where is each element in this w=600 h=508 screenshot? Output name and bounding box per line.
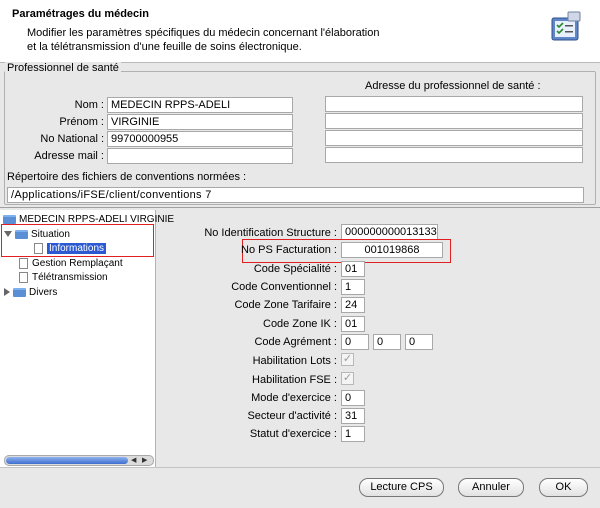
document-icon — [19, 257, 28, 269]
dialog-title: Paramétrages du médecin — [12, 8, 149, 20]
scroll-right-arrow[interactable]: ▶ — [142, 456, 147, 465]
national-label: No National : — [40, 133, 104, 145]
conventionnel-label: Code Conventionnel : — [231, 281, 337, 293]
agrement-field-1[interactable]: 0 — [341, 334, 369, 350]
prenom-label: Prénom : — [59, 116, 104, 128]
scroll-left-arrow[interactable]: ◀ — [131, 456, 136, 465]
zone-tarifaire-field[interactable]: 24 — [341, 297, 365, 313]
address-line-3[interactable] — [325, 130, 583, 146]
nom-label: Nom : — [74, 99, 104, 111]
ok-button[interactable]: OK — [539, 478, 588, 497]
id-structure-label: No Identification Structure : — [204, 227, 337, 239]
conventions-path-field[interactable]: /Applications/iFSE/client/conventions 7 — [7, 187, 584, 203]
document-icon — [19, 271, 28, 283]
description-line-2: et la télétransmission d'une feuille de … — [27, 41, 302, 53]
habilitation-fse-label: Habilitation FSE : — [252, 374, 337, 386]
agrement-label: Code Agrément : — [254, 336, 337, 348]
settings-checklist-icon — [551, 11, 581, 41]
habilitation-lots-checkbox[interactable]: ✓ — [341, 353, 354, 366]
specialite-label: Code Spécialité : — [253, 263, 337, 275]
prenom-field[interactable]: VIRGINIE — [107, 114, 293, 130]
tree-divers-label: Divers — [29, 287, 58, 298]
conventions-label: Répertoire des fichiers de conventions n… — [7, 171, 247, 183]
mail-label: Adresse mail : — [34, 150, 104, 162]
tree-item-teletransmission[interactable]: Télétransmission — [19, 271, 108, 284]
ps-facturation-label: No PS Facturation : — [241, 244, 337, 256]
agrement-field-3[interactable]: 0 — [405, 334, 433, 350]
secteur-activite-label: Secteur d'activité : — [247, 410, 337, 422]
address-line-1[interactable] — [325, 96, 583, 112]
mode-exercice-label: Mode d'exercice : — [251, 392, 337, 404]
secteur-activite-field[interactable]: 31 — [341, 408, 365, 424]
zone-ik-label: Code Zone IK : — [263, 318, 337, 330]
zone-tarifaire-label: Code Zone Tarifaire : — [234, 299, 337, 311]
national-field[interactable]: 99700000955 — [107, 131, 293, 147]
annuler-button[interactable]: Annuler — [458, 478, 524, 497]
lecture-cps-button[interactable]: Lecture CPS — [359, 478, 444, 497]
statut-exercice-field[interactable]: 1 — [341, 426, 365, 442]
folder-icon — [3, 214, 16, 224]
tree-teletrans-label: Télétransmission — [32, 272, 108, 283]
zone-ik-field[interactable]: 01 — [341, 316, 365, 332]
agrement-field-2[interactable]: 0 — [373, 334, 401, 350]
mail-field[interactable] — [107, 148, 293, 164]
address-line-4[interactable] — [325, 147, 583, 163]
specialite-field[interactable]: 01 — [341, 261, 365, 277]
tree-horizontal-scrollbar[interactable]: ◀ ▶ — [4, 455, 154, 466]
habilitation-lots-label: Habilitation Lots : — [252, 355, 337, 367]
mode-exercice-field[interactable]: 0 — [341, 390, 365, 406]
description-line-1: Modifier les paramètres spécifiques du m… — [27, 27, 380, 39]
professional-legend: Professionnel de santé — [5, 62, 121, 74]
habilitation-fse-checkbox[interactable]: ✓ — [341, 372, 354, 385]
conventionnel-field[interactable]: 1 — [341, 279, 365, 295]
tree-remplacant-label: Gestion Remplaçant — [32, 258, 123, 269]
dialog-description: Modifier les paramètres spécifiques du m… — [27, 26, 467, 54]
dialog-header: Paramétrages du médecin Modifier les par… — [0, 0, 600, 63]
ps-facturation-field[interactable]: 001019868 — [341, 242, 443, 258]
address-line-2[interactable] — [325, 113, 583, 129]
split-divider[interactable] — [0, 207, 600, 208]
nom-field[interactable]: MEDECIN RPPS-ADELI — [107, 97, 293, 113]
statut-exercice-label: Statut d'exercice : — [249, 428, 337, 440]
address-title: Adresse du professionnel de santé : — [365, 80, 541, 92]
highlight-box-tree — [1, 224, 154, 257]
id-structure-field[interactable]: 000000000013133 — [341, 224, 438, 240]
tree-item-remplacant[interactable]: Gestion Remplaçant — [19, 257, 123, 270]
disclosure-closed-icon[interactable] — [4, 288, 10, 297]
tree-item-divers[interactable]: Divers — [4, 286, 57, 299]
scroll-thumb[interactable] — [6, 457, 128, 464]
folder-icon — [13, 287, 26, 297]
